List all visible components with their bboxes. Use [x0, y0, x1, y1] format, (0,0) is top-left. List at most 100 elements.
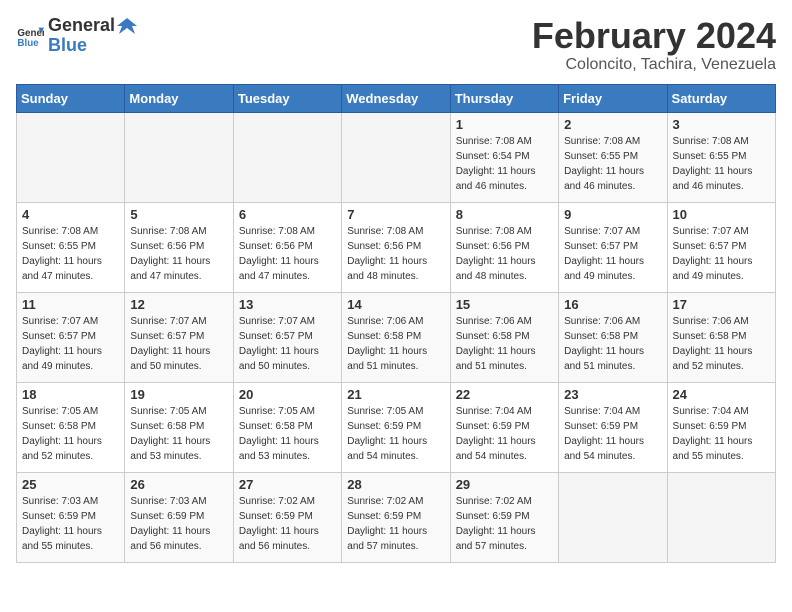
- day-number: 10: [673, 207, 770, 222]
- calendar-week-row: 1 Sunrise: 7:08 AM Sunset: 6:54 PM Daylig…: [17, 112, 776, 202]
- calendar-day-cell: 1 Sunrise: 7:08 AM Sunset: 6:54 PM Daylig…: [450, 112, 558, 202]
- day-of-week-header: Thursday: [450, 84, 558, 112]
- calendar-day-cell: [233, 112, 341, 202]
- day-info: Sunrise: 7:08 AM Sunset: 6:56 PM Dayligh…: [130, 224, 227, 284]
- day-number: 12: [130, 297, 227, 312]
- calendar-day-cell: 17Sunrise: 7:06 AM Sunset: 6:58 PM Dayli…: [667, 292, 775, 382]
- day-info: Sunrise: 7:08 AM Sunset: 6:54 PM Dayligh…: [456, 134, 553, 194]
- calendar-day-cell: 27 Sunrise: 7:02 AM Sunset: 6:59 PM Dayli…: [233, 472, 341, 562]
- calendar-week-row: 18 Sunrise: 7:05 AM Sunset: 6:58 PM Dayli…: [17, 382, 776, 472]
- day-number: 28: [347, 477, 444, 492]
- day-of-week-header: Wednesday: [342, 84, 450, 112]
- day-number: 29: [456, 477, 553, 492]
- day-of-week-header: Monday: [125, 84, 233, 112]
- calendar-day-cell: 16Sunrise: 7:06 AM Sunset: 6:58 PM Dayli…: [559, 292, 667, 382]
- day-info: Sunrise: 7:07 AM Sunset: 6:57 PM Dayligh…: [673, 224, 770, 284]
- calendar-day-cell: 14Sunrise: 7:06 AM Sunset: 6:58 PM Dayli…: [342, 292, 450, 382]
- day-info: Sunrise: 7:02 AM Sunset: 6:59 PM Dayligh…: [239, 494, 336, 554]
- day-info: Sunrise: 7:08 AM Sunset: 6:56 PM Dayligh…: [239, 224, 336, 284]
- day-number: 1: [456, 117, 553, 132]
- day-info: Sunrise: 7:02 AM Sunset: 6:59 PM Dayligh…: [347, 494, 444, 554]
- day-number: 14: [347, 297, 444, 312]
- logo: General Blue General Blue: [16, 16, 137, 56]
- calendar-day-cell: 21 Sunrise: 7:05 AM Sunset: 6:59 PM Dayli…: [342, 382, 450, 472]
- calendar-day-cell: 28 Sunrise: 7:02 AM Sunset: 6:59 PM Dayli…: [342, 472, 450, 562]
- day-number: 5: [130, 207, 227, 222]
- calendar-day-cell: 3Sunrise: 7:08 AM Sunset: 6:55 PM Daylig…: [667, 112, 775, 202]
- calendar-day-cell: 10 Sunrise: 7:07 AM Sunset: 6:57 PM Dayli…: [667, 202, 775, 292]
- day-number: 6: [239, 207, 336, 222]
- day-info: Sunrise: 7:02 AM Sunset: 6:59 PM Dayligh…: [456, 494, 553, 554]
- calendar-day-cell: 5 Sunrise: 7:08 AM Sunset: 6:56 PM Daylig…: [125, 202, 233, 292]
- day-number: 9: [564, 207, 661, 222]
- calendar-week-row: 4 Sunrise: 7:08 AM Sunset: 6:55 PM Daylig…: [17, 202, 776, 292]
- day-info: Sunrise: 7:06 AM Sunset: 6:58 PM Dayligh…: [456, 314, 553, 374]
- calendar-week-row: 25 Sunrise: 7:03 AM Sunset: 6:59 PM Dayli…: [17, 472, 776, 562]
- day-info: Sunrise: 7:05 AM Sunset: 6:58 PM Dayligh…: [22, 404, 119, 464]
- day-of-week-header: Sunday: [17, 84, 125, 112]
- calendar-day-cell: [125, 112, 233, 202]
- day-number: 26: [130, 477, 227, 492]
- day-of-week-header: Friday: [559, 84, 667, 112]
- day-info: Sunrise: 7:07 AM Sunset: 6:57 PM Dayligh…: [239, 314, 336, 374]
- calendar-day-cell: 26 Sunrise: 7:03 AM Sunset: 6:59 PM Dayli…: [125, 472, 233, 562]
- day-number: 17: [673, 297, 770, 312]
- day-number: 20: [239, 387, 336, 402]
- day-number: 21: [347, 387, 444, 402]
- day-number: 15: [456, 297, 553, 312]
- day-info: Sunrise: 7:08 AM Sunset: 6:56 PM Dayligh…: [347, 224, 444, 284]
- calendar-day-cell: 11Sunrise: 7:07 AM Sunset: 6:57 PM Dayli…: [17, 292, 125, 382]
- logo-icon: General Blue: [16, 22, 44, 50]
- calendar-week-row: 11Sunrise: 7:07 AM Sunset: 6:57 PM Dayli…: [17, 292, 776, 382]
- calendar-day-cell: 25 Sunrise: 7:03 AM Sunset: 6:59 PM Dayli…: [17, 472, 125, 562]
- calendar-day-cell: 6 Sunrise: 7:08 AM Sunset: 6:56 PM Daylig…: [233, 202, 341, 292]
- calendar-day-cell: 8 Sunrise: 7:08 AM Sunset: 6:56 PM Daylig…: [450, 202, 558, 292]
- day-number: 4: [22, 207, 119, 222]
- title-section: February 2024 Coloncito, Tachira, Venezu…: [532, 16, 776, 74]
- day-info: Sunrise: 7:08 AM Sunset: 6:56 PM Dayligh…: [456, 224, 553, 284]
- day-info: Sunrise: 7:04 AM Sunset: 6:59 PM Dayligh…: [564, 404, 661, 464]
- day-info: Sunrise: 7:08 AM Sunset: 6:55 PM Dayligh…: [673, 134, 770, 194]
- calendar-day-cell: 18 Sunrise: 7:05 AM Sunset: 6:58 PM Dayli…: [17, 382, 125, 472]
- day-of-week-header: Saturday: [667, 84, 775, 112]
- day-info: Sunrise: 7:05 AM Sunset: 6:58 PM Dayligh…: [130, 404, 227, 464]
- day-info: Sunrise: 7:05 AM Sunset: 6:58 PM Dayligh…: [239, 404, 336, 464]
- calendar-day-cell: 7 Sunrise: 7:08 AM Sunset: 6:56 PM Daylig…: [342, 202, 450, 292]
- day-number: 25: [22, 477, 119, 492]
- calendar-table: SundayMondayTuesdayWednesdayThursdayFrid…: [16, 84, 776, 563]
- day-number: 8: [456, 207, 553, 222]
- calendar-title: February 2024: [532, 16, 776, 56]
- day-number: 18: [22, 387, 119, 402]
- calendar-day-cell: [667, 472, 775, 562]
- day-number: 27: [239, 477, 336, 492]
- calendar-day-cell: 24Sunrise: 7:04 AM Sunset: 6:59 PM Dayli…: [667, 382, 775, 472]
- calendar-subtitle: Coloncito, Tachira, Venezuela: [532, 56, 776, 74]
- header: General Blue General Blue February 2024 …: [16, 16, 776, 74]
- calendar-day-cell: 12 Sunrise: 7:07 AM Sunset: 6:57 PM Dayli…: [125, 292, 233, 382]
- logo-bird-icon: [117, 16, 137, 36]
- calendar-day-cell: 23 Sunrise: 7:04 AM Sunset: 6:59 PM Dayli…: [559, 382, 667, 472]
- day-number: 22: [456, 387, 553, 402]
- calendar-day-cell: 29 Sunrise: 7:02 AM Sunset: 6:59 PM Dayli…: [450, 472, 558, 562]
- day-number: 2: [564, 117, 661, 132]
- day-info: Sunrise: 7:07 AM Sunset: 6:57 PM Dayligh…: [564, 224, 661, 284]
- day-number: 7: [347, 207, 444, 222]
- calendar-header-row: SundayMondayTuesdayWednesdayThursdayFrid…: [17, 84, 776, 112]
- calendar-day-cell: 2Sunrise: 7:08 AM Sunset: 6:55 PM Daylig…: [559, 112, 667, 202]
- calendar-day-cell: 22Sunrise: 7:04 AM Sunset: 6:59 PM Dayli…: [450, 382, 558, 472]
- day-number: 23: [564, 387, 661, 402]
- day-info: Sunrise: 7:07 AM Sunset: 6:57 PM Dayligh…: [22, 314, 119, 374]
- day-number: 16: [564, 297, 661, 312]
- day-info: Sunrise: 7:03 AM Sunset: 6:59 PM Dayligh…: [22, 494, 119, 554]
- day-info: Sunrise: 7:04 AM Sunset: 6:59 PM Dayligh…: [673, 404, 770, 464]
- calendar-day-cell: 19Sunrise: 7:05 AM Sunset: 6:58 PM Dayli…: [125, 382, 233, 472]
- logo-blue-text: Blue: [48, 35, 87, 55]
- day-info: Sunrise: 7:08 AM Sunset: 6:55 PM Dayligh…: [22, 224, 119, 284]
- day-of-week-header: Tuesday: [233, 84, 341, 112]
- logo-general-text: General: [48, 16, 115, 36]
- day-info: Sunrise: 7:03 AM Sunset: 6:59 PM Dayligh…: [130, 494, 227, 554]
- day-info: Sunrise: 7:05 AM Sunset: 6:59 PM Dayligh…: [347, 404, 444, 464]
- day-number: 13: [239, 297, 336, 312]
- calendar-day-cell: [342, 112, 450, 202]
- day-info: Sunrise: 7:07 AM Sunset: 6:57 PM Dayligh…: [130, 314, 227, 374]
